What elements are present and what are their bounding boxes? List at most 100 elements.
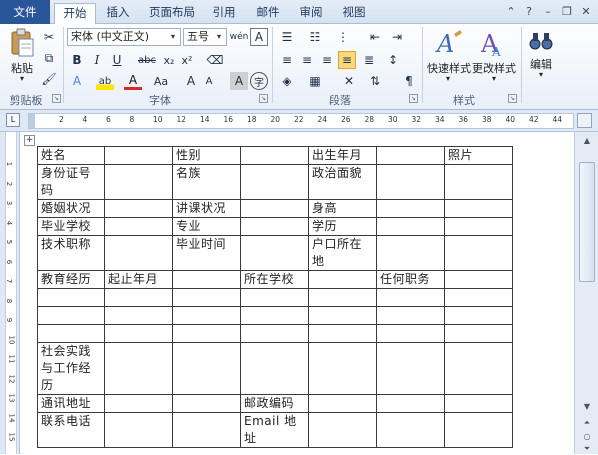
tab-view[interactable]: 视图	[336, 3, 372, 24]
italic-icon[interactable]: I	[88, 51, 106, 69]
table-cell[interactable]	[240, 342, 309, 395]
table-cell[interactable]	[172, 306, 241, 325]
table-cell[interactable]: 联系电话	[37, 412, 105, 448]
close-icon[interactable]: ✕	[579, 5, 593, 19]
table-cell[interactable]: 婚姻状况	[37, 199, 105, 218]
table-cell[interactable]	[376, 394, 445, 413]
scroll-down-icon[interactable]: ▼	[580, 400, 594, 413]
table-cell[interactable]	[37, 324, 105, 343]
table-cell[interactable]	[172, 342, 241, 395]
table-cell[interactable]	[444, 270, 513, 289]
phonetic-guide-icon[interactable]: wén	[230, 28, 249, 46]
vertical-scrollbar[interactable]: ▲ ▼ ⏶ ○ ⏷	[574, 132, 598, 454]
table-cell[interactable]: 政治面貌	[308, 164, 377, 200]
cut-icon[interactable]: ✂	[40, 28, 58, 46]
text-effect-icon[interactable]: A	[68, 72, 86, 90]
table-cell[interactable]: 照片	[444, 146, 513, 165]
subscript-icon[interactable]: x₂	[160, 51, 178, 69]
restore-icon[interactable]: ❐	[560, 5, 574, 19]
strikethrough-icon[interactable]: abc	[138, 51, 156, 69]
clear-format-icon[interactable]: ⌫	[206, 51, 224, 69]
scroll-thumb[interactable]	[579, 162, 595, 282]
multilevel-list-icon[interactable]: ⋮	[334, 28, 352, 46]
font-color-icon[interactable]: A	[124, 72, 142, 90]
tab-insert[interactable]: 插入	[100, 3, 136, 24]
tab-mailings[interactable]: 邮件	[250, 3, 286, 24]
enclose-char-icon[interactable]: 字	[250, 72, 268, 90]
sort-icon[interactable]: ⇅	[366, 72, 384, 90]
table-cell[interactable]	[240, 217, 309, 236]
styles-launcher-icon[interactable]: ↘	[508, 94, 517, 103]
table-cell[interactable]: 名族	[172, 164, 241, 200]
table-cell[interactable]	[104, 217, 173, 236]
table-cell[interactable]	[240, 164, 309, 200]
table-cell[interactable]	[240, 146, 309, 165]
show-marks-icon[interactable]: ¶	[400, 72, 418, 90]
table-cell[interactable]: Email 地址	[240, 412, 309, 448]
align-left-icon[interactable]: ≡	[278, 51, 296, 69]
table-cell[interactable]	[104, 164, 173, 200]
font-name-combo[interactable]: 宋体 (中文正文) ▾	[67, 28, 181, 46]
table-cell[interactable]	[308, 270, 377, 289]
table-cell[interactable]	[376, 324, 445, 343]
table-cell[interactable]: 专业	[172, 217, 241, 236]
chinese-layout-icon[interactable]: ✕	[340, 72, 358, 90]
table-cell[interactable]: 出生年月	[308, 146, 377, 165]
char-border-icon[interactable]: A	[250, 28, 268, 46]
bold-icon[interactable]: B	[68, 51, 86, 69]
grow-font-icon[interactable]: A	[182, 72, 200, 90]
chevron-down-icon[interactable]: ▾	[213, 29, 225, 45]
table-cell[interactable]	[376, 164, 445, 200]
numbering-icon[interactable]: ☷	[306, 28, 324, 46]
next-page-icon[interactable]: ⏷	[580, 442, 594, 455]
table-cell[interactable]	[240, 199, 309, 218]
tab-home[interactable]: 开始	[54, 3, 96, 25]
chevron-down-icon[interactable]: ▾	[167, 29, 179, 45]
table-cell[interactable]	[376, 199, 445, 218]
font-size-combo[interactable]: 五号 ▾	[183, 28, 227, 46]
quick-styles-icon[interactable]: A	[434, 28, 464, 58]
char-shading-icon[interactable]: A	[230, 72, 248, 90]
table-cell[interactable]	[37, 288, 105, 307]
table-cell[interactable]	[104, 199, 173, 218]
table-cell[interactable]	[376, 306, 445, 325]
table-cell[interactable]	[376, 146, 445, 165]
table-cell[interactable]: 任何职务	[376, 270, 445, 289]
table-cell[interactable]	[104, 235, 173, 271]
collapse-ribbon-icon[interactable]: ⌃	[504, 5, 518, 19]
change-case-icon[interactable]: Aa	[152, 72, 170, 90]
table-cell[interactable]	[308, 306, 377, 325]
binoculars-icon[interactable]	[528, 28, 554, 54]
table-cell[interactable]: 毕业学校	[37, 217, 105, 236]
table-cell[interactable]	[240, 306, 309, 325]
table-cell[interactable]	[444, 164, 513, 200]
table-cell[interactable]	[444, 288, 513, 307]
justify-icon[interactable]: ≡	[338, 51, 356, 69]
superscript-icon[interactable]: x²	[178, 51, 196, 69]
table-cell[interactable]	[444, 342, 513, 395]
table-move-handle-icon[interactable]: +	[24, 135, 35, 146]
table-cell[interactable]	[104, 342, 173, 395]
borders-icon[interactable]: ▦	[306, 72, 324, 90]
font-launcher-icon[interactable]: ↘	[259, 94, 268, 103]
tab-file[interactable]: 文件	[0, 0, 50, 24]
shading-icon[interactable]: ◈	[278, 72, 296, 90]
table-cell[interactable]	[172, 270, 241, 289]
table-cell[interactable]	[444, 412, 513, 448]
table-cell[interactable]	[104, 288, 173, 307]
table-cell[interactable]	[444, 324, 513, 343]
table-cell[interactable]: 起止年月	[104, 270, 173, 289]
table-cell[interactable]: 所在学校	[240, 270, 309, 289]
document-page[interactable]: + 姓名 性别 出生年月 照片 身份证号码 名族 政治面貌 婚姻状况 讲课状况 身高 毕业学校 专业 学…	[21, 132, 574, 454]
table-cell[interactable]: 姓名	[37, 146, 105, 165]
table-cell[interactable]	[104, 306, 173, 325]
align-right-icon[interactable]: ≡	[318, 51, 336, 69]
table-cell[interactable]: 通讯地址	[37, 394, 105, 413]
shrink-font-icon[interactable]: A	[200, 72, 218, 90]
horizontal-ruler[interactable]: 2 4 6 8 10 12 14 16 18 20 22 24 26 28 30 32 34 36 38 40 42 44	[28, 113, 574, 129]
table-cell[interactable]	[104, 394, 173, 413]
bullets-icon[interactable]: ☰	[278, 28, 296, 46]
table-cell[interactable]	[308, 288, 377, 307]
table-cell[interactable]	[104, 324, 173, 343]
table-cell[interactable]	[37, 306, 105, 325]
